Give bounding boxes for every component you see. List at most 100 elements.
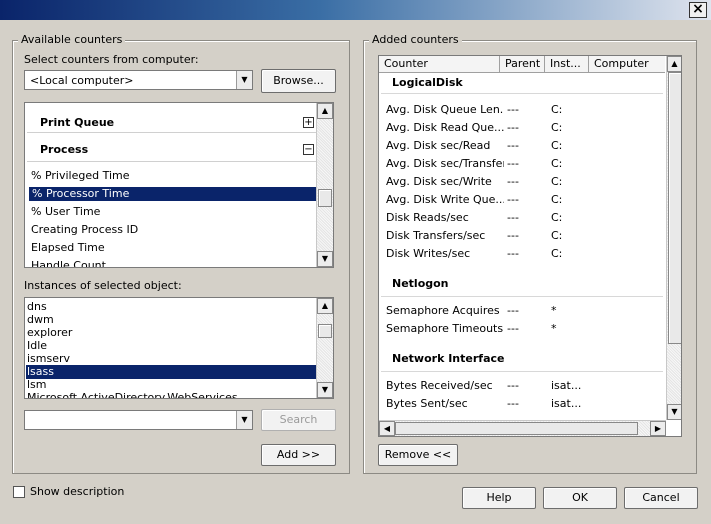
chevron-down-icon[interactable]: ▼ [236, 71, 252, 89]
scroll-thumb[interactable] [395, 422, 638, 435]
added-counter-instance: C: [551, 229, 563, 242]
scroll-up-icon[interactable]: ▲ [317, 298, 333, 314]
chevron-down-icon[interactable]: ▼ [236, 411, 252, 429]
group-divider [381, 296, 663, 297]
cancel-button[interactable]: Cancel [624, 487, 698, 509]
added-counter-name[interactable]: Disk Writes/sec [386, 247, 504, 261]
computer-select[interactable]: <Local computer> ▼ [24, 70, 253, 90]
added-counter-instance: C: [551, 175, 563, 188]
counter-item[interactable]: Handle Count [31, 259, 106, 267]
scroll-thumb[interactable] [668, 72, 681, 344]
added-counter-parent: --- [507, 103, 519, 116]
column-instance[interactable]: Inst... [545, 56, 589, 72]
instance-item[interactable]: ismserv [27, 352, 70, 366]
counter-item[interactable]: Creating Process ID [31, 223, 138, 237]
group-header[interactable]: LogicalDisk [392, 76, 463, 90]
counters-scrollbar[interactable]: ▲ ▼ [316, 103, 333, 267]
counters-tree[interactable]: Print Queue + Process − % Privileged Tim… [24, 102, 334, 268]
added-counters-hscroll[interactable]: ◀ ▶ [379, 420, 666, 436]
close-icon[interactable]: × [689, 2, 707, 18]
instances-scrollbar[interactable]: ▲ ▼ [316, 298, 333, 398]
scroll-down-icon[interactable]: ▼ [667, 404, 681, 420]
added-counter-name[interactable]: Disk Transfers/sec [386, 229, 504, 243]
instances-label: Instances of selected object: [24, 279, 182, 292]
added-counter-instance: C: [551, 247, 563, 260]
scroll-left-icon[interactable]: ◀ [379, 421, 395, 436]
column-computer[interactable]: Computer [589, 56, 665, 72]
scroll-thumb[interactable] [318, 189, 332, 207]
add-button[interactable]: Add >> [261, 444, 336, 466]
added-counter-parent: --- [507, 229, 519, 242]
added-counters-list[interactable]: Counter Parent Inst... Computer LogicalD… [378, 55, 682, 437]
added-counter-name[interactable]: Semaphore Acquires [386, 304, 504, 318]
added-counter-instance: C: [551, 193, 563, 206]
instance-item[interactable]: lsm [27, 378, 47, 392]
added-counter-name[interactable]: Avg. Disk Write Que... [386, 193, 504, 207]
added-counter-parent: --- [507, 322, 519, 335]
collapse-icon[interactable]: − [303, 144, 314, 155]
added-counter-parent: --- [507, 139, 519, 152]
instance-item[interactable]: Idle [27, 339, 47, 353]
added-counter-name[interactable]: Disk Reads/sec [386, 211, 504, 225]
ok-button[interactable]: OK [543, 487, 617, 509]
added-counters-vscroll[interactable]: ▲ ▼ [666, 56, 681, 420]
group-divider [381, 93, 663, 94]
search-button[interactable]: Search [261, 409, 336, 431]
help-button[interactable]: Help [462, 487, 536, 509]
scroll-down-icon[interactable]: ▼ [317, 382, 333, 398]
scroll-up-icon[interactable]: ▲ [667, 56, 681, 72]
added-counter-instance: C: [551, 157, 563, 170]
scroll-thumb[interactable] [318, 324, 332, 338]
added-counter-name[interactable]: Avg. Disk sec/Write [386, 175, 504, 189]
added-counter-name[interactable]: Bytes Received/sec [386, 379, 504, 393]
show-description-label: Show description [30, 485, 125, 498]
added-counter-name[interactable]: Avg. Disk sec/Transfer [386, 157, 504, 171]
added-counter-parent: --- [507, 121, 519, 134]
browse-button[interactable]: Browse... [261, 69, 336, 93]
process-object[interactable]: Process − [27, 134, 316, 162]
added-counter-name[interactable]: Bytes Sent/sec [386, 397, 504, 411]
added-counter-instance: * [551, 322, 557, 335]
group-header[interactable]: Network Interface [392, 352, 504, 366]
instance-item[interactable]: explorer [27, 326, 72, 340]
added-counter-name[interactable]: Semaphore Timeouts [386, 322, 504, 336]
added-counter-instance: * [551, 304, 557, 317]
added-counter-parent: --- [507, 379, 519, 392]
column-parent[interactable]: Parent [500, 56, 545, 72]
added-counter-name[interactable]: Avg. Disk Read Que... [386, 121, 504, 135]
added-counter-name[interactable]: Avg. Disk sec/Read [386, 139, 504, 153]
counter-item[interactable]: % User Time [31, 205, 100, 219]
remove-button[interactable]: Remove << [378, 444, 458, 466]
added-counter-parent: --- [507, 211, 519, 224]
counter-item-selected[interactable]: % Processor Time [29, 187, 317, 201]
instance-item-selected[interactable]: lsass [26, 365, 317, 379]
added-counter-parent: --- [507, 304, 519, 317]
group-header[interactable]: Netlogon [392, 277, 449, 291]
column-header: Counter Parent Inst... Computer [379, 56, 665, 73]
instance-item[interactable]: dwm [27, 313, 54, 327]
added-counter-parent: --- [507, 397, 519, 410]
instance-item[interactable]: Microsoft.ActiveDirectory.WebServices [27, 391, 238, 398]
instances-list[interactable]: dns dwm explorer Idle ismserv lsass lsm … [24, 297, 334, 399]
scroll-right-icon[interactable]: ▶ [650, 421, 666, 436]
expand-icon[interactable]: + [303, 117, 314, 128]
select-from-label: Select counters from computer: [24, 53, 199, 66]
object-label: Process [40, 143, 89, 156]
group-divider [381, 371, 663, 372]
counter-item[interactable]: % Privileged Time [31, 169, 130, 183]
counter-item[interactable]: Elapsed Time [31, 241, 105, 255]
search-input[interactable]: ▼ [24, 410, 253, 430]
instance-item[interactable]: dns [27, 300, 47, 314]
added-counter-instance: C: [551, 103, 563, 116]
added-counter-name[interactable]: Avg. Disk Queue Len... [386, 103, 504, 117]
print-queue-object[interactable]: Print Queue + [27, 105, 316, 133]
scroll-down-icon[interactable]: ▼ [317, 251, 333, 267]
added-counter-instance: isat... [551, 397, 582, 410]
show-description-checkbox[interactable] [13, 486, 25, 498]
scroll-up-icon[interactable]: ▲ [317, 103, 333, 119]
added-counter-parent: --- [507, 247, 519, 260]
added-counter-instance: C: [551, 139, 563, 152]
object-label: Print Queue [40, 116, 115, 129]
added-counter-instance: C: [551, 121, 563, 134]
column-counter[interactable]: Counter [379, 56, 500, 72]
